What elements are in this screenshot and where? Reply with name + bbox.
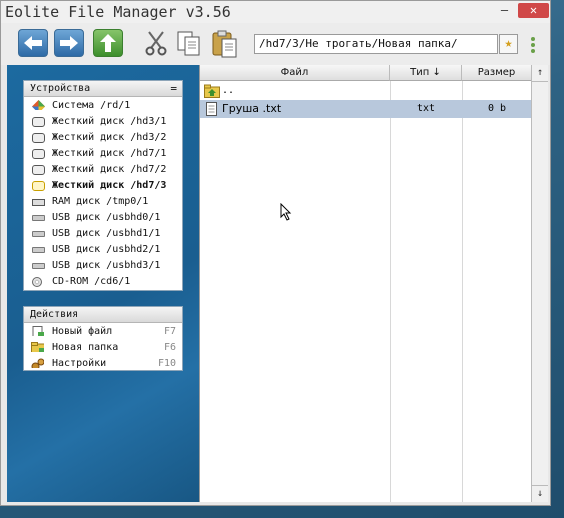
- scrollbar[interactable]: ↑ ↓: [531, 65, 548, 502]
- file-manager-window: Eolite File Manager v3.56 – ✕ /hd7/3/Не …: [0, 0, 551, 506]
- path-input[interactable]: /hd7/3/Не трогать/Новая папка/: [254, 34, 498, 54]
- device-item-usbhd3[interactable]: USB диск /usbhd3/1: [24, 258, 182, 274]
- paste-button[interactable]: [211, 29, 241, 58]
- device-label: USB диск /usbhd2/1: [52, 244, 161, 255]
- usb-icon: [32, 215, 45, 221]
- device-item-hd3-1[interactable]: Жесткий диск /hd3/1: [24, 114, 182, 130]
- file-size: 0 b: [487, 103, 507, 114]
- device-item-usbhd0[interactable]: USB диск /usbhd0/1: [24, 210, 182, 226]
- scroll-down-button[interactable]: ↓: [532, 485, 548, 502]
- settings-icon: [31, 358, 44, 368]
- device-item-hd7-1[interactable]: Жесткий диск /hd7/1: [24, 146, 182, 162]
- actions-panel-header[interactable]: Действия: [24, 307, 182, 323]
- device-item-hd7-2[interactable]: Жесткий диск /hd7/2: [24, 162, 182, 178]
- minimize-button[interactable]: –: [493, 3, 516, 18]
- file-type: txt: [416, 103, 436, 114]
- close-button[interactable]: ✕: [518, 3, 549, 18]
- usb-icon: [32, 263, 45, 269]
- action-settings[interactable]: Настройки F10: [24, 356, 182, 372]
- mouse-cursor-icon: [280, 203, 292, 221]
- arrow-right-icon: [60, 36, 78, 50]
- ram-icon: [32, 199, 45, 206]
- device-item-ram[interactable]: RAM диск /tmp0/1: [24, 194, 182, 210]
- hdd-icon: [32, 165, 45, 175]
- shortcut-label: F7: [163, 326, 176, 337]
- file-name: ..: [222, 85, 235, 96]
- device-item-system[interactable]: Система /rd/1: [24, 98, 182, 114]
- device-item-cdrom[interactable]: CD-ROM /cd6/1: [24, 274, 182, 290]
- up-button[interactable]: [93, 29, 123, 57]
- device-label: USB диск /usbhd0/1: [52, 212, 161, 223]
- devices-panel-title: Устройства: [30, 83, 91, 94]
- device-label: Жесткий диск /hd3/1: [52, 116, 167, 127]
- forward-button[interactable]: [54, 29, 84, 57]
- device-label: Система /rd/1: [52, 100, 131, 111]
- shortcut-label: F10: [157, 358, 176, 369]
- column-header-type[interactable]: Тип ↓: [390, 65, 462, 81]
- file-name: Груша .txt: [222, 102, 282, 115]
- arrow-left-icon: [24, 36, 42, 50]
- device-label: Жесткий диск /hd7/2: [52, 164, 167, 175]
- cdrom-icon: [32, 277, 42, 287]
- system-icon: [32, 100, 45, 110]
- column-header-name[interactable]: Файл: [200, 65, 390, 81]
- shortcut-label: F6: [163, 342, 176, 353]
- actions-panel: Действия Новый файл F7 Новая папка F6 На…: [23, 306, 183, 371]
- device-label: Жесткий диск /hd7/1: [52, 148, 167, 159]
- hdd-icon: [32, 117, 45, 127]
- window-title: Eolite File Manager v3.56: [5, 3, 231, 21]
- sidebar: Устройства = Система /rd/1 Жесткий диск …: [7, 65, 199, 502]
- action-label: Новая папка: [52, 342, 119, 353]
- scroll-up-button[interactable]: ↑: [532, 65, 548, 82]
- device-label: CD-ROM /cd6/1: [52, 276, 131, 287]
- device-label: RAM диск /tmp0/1: [52, 196, 149, 207]
- actions-panel-title: Действия: [30, 309, 79, 320]
- hdd-icon: [32, 181, 45, 191]
- column-divider: [390, 81, 391, 502]
- copy-button[interactable]: [175, 29, 203, 57]
- action-new-folder[interactable]: Новая папка F6: [24, 340, 182, 356]
- copy-icon: [177, 31, 200, 56]
- device-item-usbhd2[interactable]: USB диск /usbhd2/1: [24, 242, 182, 258]
- new-file-icon: [32, 326, 44, 336]
- new-folder-icon: [31, 342, 44, 352]
- parent-folder-icon: [204, 84, 220, 98]
- collapse-icon[interactable]: =: [170, 81, 177, 96]
- device-label: Жесткий диск /hd7/3: [52, 180, 167, 191]
- devices-panel-header[interactable]: Устройства =: [24, 81, 182, 97]
- paste-icon: [212, 30, 237, 58]
- hdd-icon: [32, 133, 45, 143]
- file-row-parent[interactable]: ..: [200, 82, 532, 100]
- file-row-selected[interactable]: Груша .txt txt 0 b: [200, 100, 532, 118]
- column-header-size[interactable]: Размер: [462, 65, 532, 81]
- usb-icon: [32, 247, 45, 253]
- scissors-icon: [145, 31, 167, 56]
- cut-button[interactable]: [143, 29, 169, 57]
- device-item-usbhd1[interactable]: USB диск /usbhd1/1: [24, 226, 182, 242]
- column-divider: [462, 81, 463, 502]
- action-new-file[interactable]: Новый файл F7: [24, 324, 182, 340]
- usb-icon: [32, 231, 45, 237]
- action-label: Новый файл: [52, 326, 113, 337]
- action-label: Настройки: [52, 358, 107, 369]
- device-label: USB диск /usbhd3/1: [52, 260, 161, 271]
- device-label: Жесткий диск /hd3/2: [52, 132, 167, 143]
- file-list[interactable]: Файл Тип ↓ Размер .. Груша .txt txt 0 b: [199, 65, 548, 502]
- bookmark-star-icon[interactable]: ★: [499, 34, 518, 54]
- device-label: USB диск /usbhd1/1: [52, 228, 161, 239]
- devices-panel: Устройства = Система /rd/1 Жесткий диск …: [23, 80, 183, 291]
- menu-dots-icon[interactable]: [531, 37, 537, 55]
- device-item-hd7-3[interactable]: Жесткий диск /hd7/3: [24, 178, 182, 194]
- text-file-icon: [206, 102, 217, 116]
- arrow-up-icon: [100, 34, 116, 52]
- title-bar[interactable]: Eolite File Manager v3.56 – ✕: [1, 1, 550, 23]
- hdd-icon: [32, 149, 45, 159]
- device-item-hd3-2[interactable]: Жесткий диск /hd3/2: [24, 130, 182, 146]
- back-button[interactable]: [18, 29, 48, 57]
